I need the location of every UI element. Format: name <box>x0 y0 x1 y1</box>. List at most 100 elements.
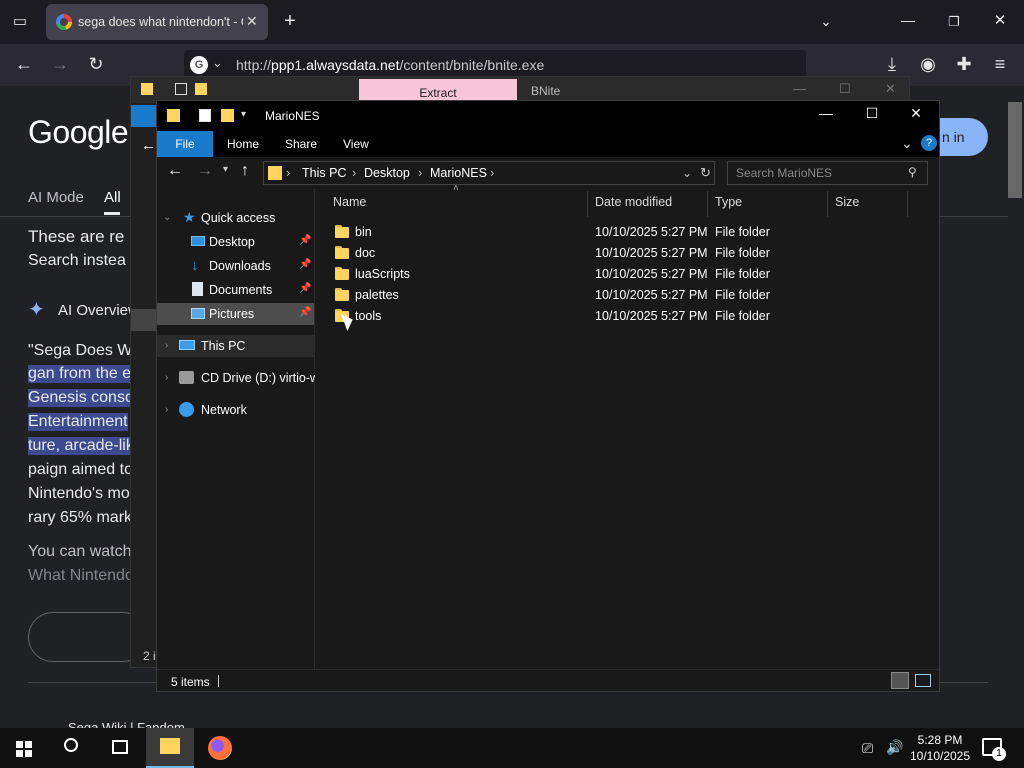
large-icons-view-icon[interactable] <box>915 674 931 687</box>
help-icon[interactable]: ? <box>921 135 937 151</box>
breadcrumb-marionnes[interactable]: MarioNES <box>430 166 487 180</box>
tab-close-icon[interactable]: ✕ <box>246 13 258 30</box>
back-icon[interactable]: ← <box>141 137 156 154</box>
breadcrumb-desktop[interactable]: Desktop <box>364 166 410 180</box>
network-icon <box>179 402 194 417</box>
pin-icon[interactable]: 📌 <box>299 235 311 246</box>
page-scrollbar-thumb[interactable] <box>1008 102 1022 198</box>
back-icon[interactable]: ← <box>12 54 36 74</box>
column-header-type[interactable]: Type <box>715 195 742 209</box>
back-icon[interactable]: ← <box>167 162 183 180</box>
column-header-name[interactable]: Name <box>333 195 366 209</box>
close-window-icon[interactable]: ✕ <box>988 11 1012 31</box>
file-row[interactable]: palettes 10/10/2025 5:27 PM File folder <box>331 285 921 306</box>
collapsed-chevron-icon[interactable]: › <box>165 340 168 351</box>
reload-icon[interactable]: ↻ <box>84 54 108 74</box>
breadcrumb-separator-icon[interactable]: › <box>490 165 494 180</box>
expand-ribbon-chevron-icon[interactable]: ⌄ <box>901 135 913 152</box>
google-logo[interactable]: Google <box>28 114 129 151</box>
tab-ai-mode[interactable]: AI Mode <box>28 189 84 206</box>
extract-ribbon-file[interactable] <box>131 105 157 127</box>
properties-icon[interactable] <box>199 109 211 122</box>
site-info-icon[interactable]: G <box>190 56 208 74</box>
search-icon[interactable] <box>48 728 96 768</box>
nav-desktop[interactable]: Desktop 📌 <box>157 231 314 253</box>
task-view-icon[interactable] <box>96 728 144 768</box>
permissions-chevron-icon[interactable]: ⌄ <box>212 55 223 71</box>
close-icon[interactable]: ✕ <box>885 81 896 97</box>
downloads-icon[interactable]: ⤓ <box>880 54 904 74</box>
nav-label: Pictures <box>209 307 255 321</box>
column-header-size[interactable]: Size <box>835 195 859 209</box>
result-line[interactable]: Search instea <box>28 252 126 270</box>
extensions-icon[interactable]: ✚ <box>952 54 976 74</box>
nav-documents[interactable]: Documents 📌 <box>157 279 314 301</box>
forward-icon[interactable]: → <box>197 162 213 180</box>
file-row[interactable]: tools 10/10/2025 5:27 PM File folder <box>331 306 921 327</box>
menu-icon[interactable]: ≡ <box>988 54 1012 74</box>
clock[interactable]: 5:28 PM 10/10/2025 <box>900 732 980 764</box>
refresh-icon[interactable]: ↻ <box>700 165 711 181</box>
search-icon[interactable]: ⚲ <box>908 165 917 179</box>
nav-cd-drive[interactable]: › CD Drive (D:) virtio-w <box>157 367 319 389</box>
address-bar[interactable]: › This PC › Desktop › MarioNES › ⌄ ↻ <box>263 161 715 185</box>
browser-tab-active[interactable]: sega does what nintendon't - G ✕ <box>46 4 268 40</box>
expanded-chevron-icon[interactable]: ⌄ <box>163 212 171 223</box>
firefox-taskbar-icon[interactable] <box>196 728 244 768</box>
ribbon-tab-share[interactable]: Share <box>285 137 317 151</box>
tab-all[interactable]: All <box>104 189 121 206</box>
search-box[interactable]: Search MarioNES ⚲ <box>727 161 928 185</box>
file-row[interactable]: luaScripts 10/10/2025 5:27 PM File folde… <box>331 264 921 285</box>
ribbon-tab-file[interactable]: File <box>157 131 213 157</box>
result-source[interactable]: Sega Wiki | Fandom <box>68 720 185 728</box>
ribbon-tab-view[interactable]: View <box>343 137 369 151</box>
breadcrumb-separator-icon[interactable]: › <box>352 165 356 180</box>
nav-quick-access[interactable]: ⌄ ★ Quick access <box>157 207 314 229</box>
column-divider[interactable] <box>827 191 828 217</box>
network-tray-icon[interactable]: ⎚ <box>862 740 873 757</box>
column-divider[interactable] <box>707 191 708 217</box>
recent-locations-chevron-icon[interactable]: ▾ <box>223 164 228 175</box>
new-folder-icon[interactable] <box>221 109 234 122</box>
address-dropdown-chevron-icon[interactable]: ⌄ <box>682 166 692 180</box>
pin-icon[interactable]: 📌 <box>299 259 311 270</box>
folder-icon <box>335 267 349 281</box>
column-header-date[interactable]: Date modified <box>595 195 672 209</box>
account-icon[interactable]: ◉ <box>916 54 940 74</box>
maximize-icon[interactable]: ☐ <box>839 81 851 97</box>
nav-network[interactable]: › Network <box>157 399 314 421</box>
breadcrumb-separator-icon[interactable]: › <box>418 165 422 180</box>
forward-icon[interactable]: → <box>48 54 72 74</box>
collapsed-chevron-icon[interactable]: › <box>165 404 168 415</box>
pin-icon[interactable]: 📌 <box>299 283 311 294</box>
tab-list-icon[interactable]: ▭ <box>8 12 32 32</box>
breadcrumb-this-pc[interactable]: This PC <box>302 166 346 180</box>
column-divider[interactable] <box>907 191 908 217</box>
minimize-icon[interactable]: — <box>896 10 920 30</box>
minimize-icon[interactable]: — <box>793 81 806 96</box>
maximize-icon[interactable]: ☐ <box>849 105 895 127</box>
file-explorer-taskbar-icon[interactable] <box>146 728 194 768</box>
tab-overflow-chevron-icon[interactable]: ⌄ <box>814 11 838 31</box>
nav-this-pc[interactable]: › This PC <box>157 335 314 357</box>
restore-icon[interactable]: ❐ <box>942 12 966 32</box>
minimize-icon[interactable]: — <box>803 105 849 127</box>
column-divider[interactable] <box>587 191 588 217</box>
folder-icon <box>335 246 349 260</box>
start-windows-icon[interactable] <box>0 728 48 768</box>
qat-chevron-icon[interactable]: ▾ <box>241 109 246 120</box>
file-date: 10/10/2025 5:27 PM <box>595 267 708 281</box>
result-line: "Sega Does W <box>28 342 133 359</box>
details-view-icon[interactable] <box>891 672 909 689</box>
close-icon[interactable]: ✕ <box>893 105 939 127</box>
file-row[interactable]: doc 10/10/2025 5:27 PM File folder <box>331 243 921 264</box>
file-row[interactable]: bin 10/10/2025 5:27 PM File folder <box>331 222 921 243</box>
collapsed-chevron-icon[interactable]: › <box>165 372 168 383</box>
breadcrumb-separator-icon[interactable]: › <box>286 165 290 180</box>
up-icon[interactable]: ↑ <box>241 162 249 180</box>
pin-icon[interactable]: 📌 <box>299 307 311 318</box>
ribbon-tab-home[interactable]: Home <box>227 137 259 151</box>
nav-pictures[interactable]: Pictures 📌 <box>157 303 314 325</box>
nav-downloads[interactable]: ↓ Downloads 📌 <box>157 255 314 277</box>
new-tab-icon[interactable]: + <box>278 11 302 31</box>
